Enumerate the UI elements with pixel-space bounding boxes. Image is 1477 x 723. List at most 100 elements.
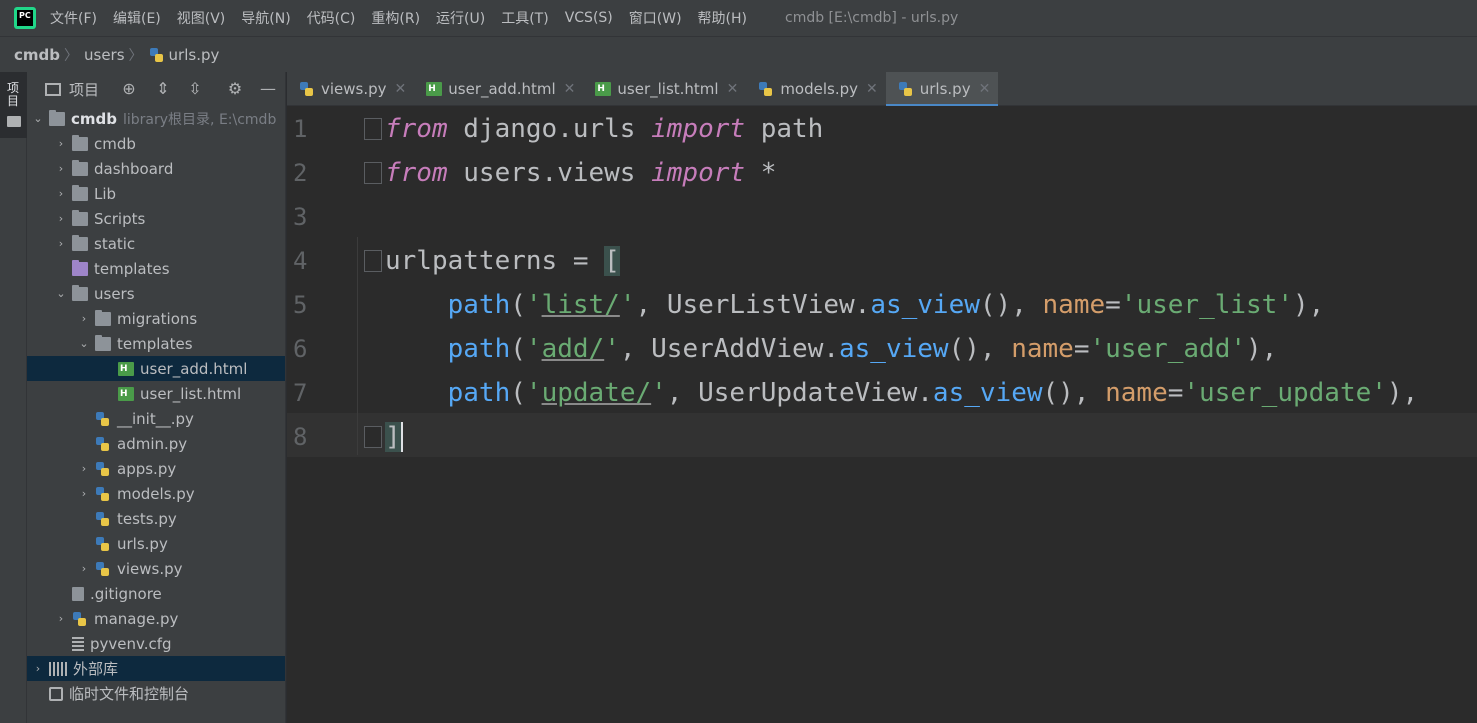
tree-row[interactable]: pyvenv.cfg xyxy=(27,631,285,656)
editor-tab[interactable]: user_add.html ✕ xyxy=(414,72,583,106)
line-number[interactable]: 5 xyxy=(293,291,317,319)
fold-marker-icon[interactable] xyxy=(364,162,382,184)
breadcrumb-folder[interactable]: users xyxy=(84,46,125,64)
line-number[interactable]: 1 xyxy=(293,115,317,143)
menu-navigate[interactable]: 导航(N) xyxy=(241,8,290,28)
code-line-6[interactable]: 6 path('add/', UserAddView.as_view(), na… xyxy=(287,327,1477,371)
code-line-3[interactable]: 3 xyxy=(287,195,1477,239)
tree-row[interactable]: › models.py xyxy=(27,481,285,506)
tree-row[interactable]: › cmdb xyxy=(27,131,285,156)
tree-row[interactable]: user_list.html xyxy=(27,381,285,406)
editor-tab[interactable]: models.py ✕ xyxy=(746,72,885,106)
hide-panel-icon[interactable]: — xyxy=(259,80,277,98)
chevron-right-icon[interactable]: › xyxy=(31,662,45,675)
line-number[interactable]: 2 xyxy=(293,159,317,187)
chevron-right-icon[interactable]: › xyxy=(77,312,91,325)
fold-marker-icon[interactable] xyxy=(364,250,382,272)
tree-row[interactable]: admin.py xyxy=(27,431,285,456)
collapse-all-icon[interactable]: ⇳ xyxy=(186,80,204,98)
menu-file[interactable]: 文件(F) xyxy=(50,8,97,28)
python-file-icon xyxy=(149,47,165,62)
line-number[interactable]: 3 xyxy=(293,203,317,231)
tree-row-label: migrations xyxy=(117,309,198,328)
project-panel-title[interactable]: 项目 xyxy=(69,79,99,100)
menu-vcs[interactable]: VCS(S) xyxy=(565,10,613,26)
python-file-icon xyxy=(299,82,315,96)
chevron-right-icon[interactable]: › xyxy=(54,162,68,175)
tree-row[interactable]: › Scripts xyxy=(27,206,285,231)
tree-row-scratches[interactable]: 临时文件和控制台 xyxy=(27,681,285,706)
menu-edit[interactable]: 编辑(E) xyxy=(113,8,161,28)
python-file-icon xyxy=(95,511,111,526)
close-tab-icon[interactable]: ✕ xyxy=(727,81,739,97)
code-text: path('add/', UserAddView.as_view(), name… xyxy=(447,334,1278,364)
chevron-right-icon[interactable]: › xyxy=(77,487,91,500)
editor-tab-label: views.py xyxy=(321,80,387,98)
tree-row[interactable]: tests.py xyxy=(27,506,285,531)
project-tool-tab[interactable]: 项目 xyxy=(0,72,27,138)
editor-tab[interactable]: urls.py ✕ xyxy=(885,72,999,107)
code-line-2[interactable]: 2 from users.views import * xyxy=(287,151,1477,195)
menu-refactor[interactable]: 重构(R) xyxy=(371,8,420,28)
folder-icon xyxy=(72,209,88,226)
tree-row[interactable]: › migrations xyxy=(27,306,285,331)
tree-row[interactable]: __init__.py xyxy=(27,406,285,431)
chevron-right-icon[interactable]: › xyxy=(54,612,68,625)
chevron-down-icon[interactable]: ⌄ xyxy=(77,337,91,350)
chevron-right-icon[interactable]: › xyxy=(54,137,68,150)
project-panel-header: 项目 ⊕ ⇕ ⇳ ⚙ — xyxy=(27,72,285,106)
locate-file-icon[interactable]: ⊕ xyxy=(120,80,138,98)
tree-row[interactable]: templates xyxy=(27,256,285,281)
editor-tab[interactable]: views.py ✕ xyxy=(287,72,414,106)
tree-row[interactable]: › Lib xyxy=(27,181,285,206)
fold-marker-icon[interactable] xyxy=(364,426,382,448)
tree-row[interactable]: › apps.py xyxy=(27,456,285,481)
menu-view[interactable]: 视图(V) xyxy=(177,8,226,28)
code-line-4[interactable]: 4 urlpatterns = [ xyxy=(287,239,1477,283)
menu-run[interactable]: 运行(U) xyxy=(436,8,485,28)
pycharm-logo-icon[interactable]: PC xyxy=(14,7,36,29)
code-line-1[interactable]: 1 from django.urls import path xyxy=(287,107,1477,151)
chevron-down-icon[interactable]: ⌄ xyxy=(31,112,45,125)
code-editor[interactable]: 1 from django.urls import path 2 from us… xyxy=(287,106,1477,723)
tree-row[interactable]: user_add.html xyxy=(27,356,285,381)
breadcrumb-project[interactable]: cmdb xyxy=(14,46,60,64)
tree-row-root[interactable]: ⌄ cmdb library根目录, E:\cmdb xyxy=(27,106,285,131)
close-tab-icon[interactable]: ✕ xyxy=(979,81,991,97)
tree-row[interactable]: ⌄ templates xyxy=(27,331,285,356)
code-line-5[interactable]: 5 path('list/', UserListView.as_view(), … xyxy=(287,283,1477,327)
tree-row[interactable]: › manage.py xyxy=(27,606,285,631)
tree-row[interactable]: urls.py xyxy=(27,531,285,556)
chevron-right-icon[interactable]: › xyxy=(54,212,68,225)
close-tab-icon[interactable]: ✕ xyxy=(395,81,407,97)
chevron-right-icon[interactable]: › xyxy=(54,187,68,200)
code-line-7[interactable]: 7 path('update/', UserUpdateView.as_view… xyxy=(287,371,1477,415)
chevron-right-icon[interactable]: › xyxy=(77,462,91,475)
menu-tools[interactable]: 工具(T) xyxy=(501,8,548,28)
expand-all-icon[interactable]: ⇕ xyxy=(154,80,172,98)
breadcrumb-file[interactable]: urls.py xyxy=(169,46,220,64)
line-number[interactable]: 6 xyxy=(293,335,317,363)
close-tab-icon[interactable]: ✕ xyxy=(564,81,576,97)
chevron-right-icon[interactable]: › xyxy=(77,562,91,575)
chevron-right-icon[interactable]: › xyxy=(54,237,68,250)
editor-tab[interactable]: user_list.html ✕ xyxy=(583,72,746,106)
line-number[interactable]: 4 xyxy=(293,247,317,275)
html-file-icon xyxy=(118,386,134,401)
tree-row-external-libraries[interactable]: › 外部库 xyxy=(27,656,285,681)
menu-code[interactable]: 代码(C) xyxy=(307,8,356,28)
menu-help[interactable]: 帮助(H) xyxy=(698,8,747,28)
line-number[interactable]: 7 xyxy=(293,379,317,407)
gear-icon[interactable]: ⚙ xyxy=(226,80,244,98)
code-line-8[interactable]: 8 ] xyxy=(287,415,1477,459)
tree-row[interactable]: ⌄ users xyxy=(27,281,285,306)
tree-row[interactable]: › dashboard xyxy=(27,156,285,181)
tree-row[interactable]: › views.py xyxy=(27,556,285,581)
fold-marker-icon[interactable] xyxy=(364,118,382,140)
chevron-down-icon[interactable]: ⌄ xyxy=(54,287,68,300)
menu-window[interactable]: 窗口(W) xyxy=(629,8,682,28)
tree-row[interactable]: › static xyxy=(27,231,285,256)
close-tab-icon[interactable]: ✕ xyxy=(866,81,878,97)
line-number[interactable]: 8 xyxy=(293,423,317,451)
tree-row[interactable]: .gitignore xyxy=(27,581,285,606)
